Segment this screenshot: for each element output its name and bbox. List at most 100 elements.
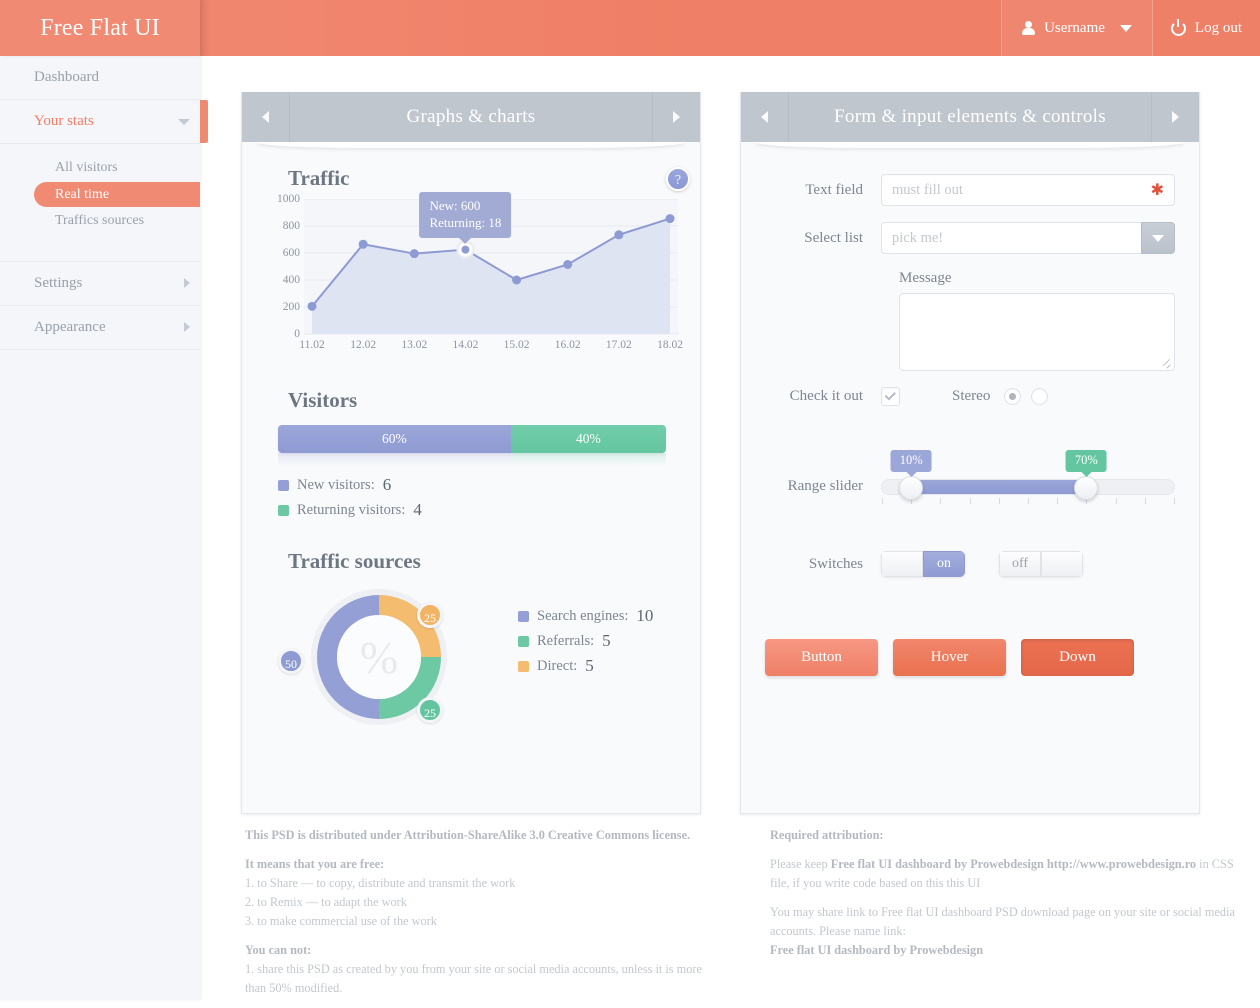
sidebar-item-your-stats[interactable]: Your stats	[0, 100, 200, 144]
chevron-right-icon	[184, 278, 190, 288]
slider-tick	[999, 498, 1000, 504]
legend-value: 5	[585, 656, 594, 676]
arrow-left-icon	[262, 111, 269, 123]
logout-label: Log out	[1195, 20, 1242, 37]
legend-item: Referrals: 5	[518, 631, 653, 651]
switch-off[interactable]: off	[999, 551, 1083, 577]
panel-curl	[242, 142, 700, 152]
user-menu-button[interactable]: Username	[1001, 0, 1153, 56]
panel-body: Text field must fill out ✱ Select list p…	[741, 152, 1199, 698]
sidebar-item-label: Appearance	[34, 319, 106, 336]
panel-title: Graphs & charts	[290, 92, 652, 142]
form-elements-panel: Form & input elements & controls Text fi…	[740, 92, 1200, 814]
x-tick-label: 16.02	[555, 339, 581, 351]
check-it-out-checkbox[interactable]	[881, 387, 900, 406]
traffic-sources-donut-chart: % 50 25 25 Search engines: 10 Referrals:…	[266, 584, 676, 754]
sidebar-subitem-label: Traffics sources	[55, 213, 144, 229]
legend-swatch	[518, 611, 529, 622]
top-bar: Free Flat UI Username Log out	[0, 0, 1260, 56]
sidebar-subitem-label: Real time	[55, 187, 109, 203]
checkbox-label: Check it out	[765, 388, 881, 405]
slider-tick	[1057, 498, 1058, 504]
legend-item: Search engines: 10	[518, 606, 653, 626]
sidebar-item-settings[interactable]: Settings	[0, 262, 200, 306]
select-list[interactable]: pick me!	[881, 222, 1175, 254]
footer-cannot-text: 1. share this PSD as created by you from…	[245, 960, 720, 998]
donut-badge-referrals: 25	[417, 697, 443, 723]
sidebar-item-dashboard[interactable]: Dashboard	[0, 56, 200, 100]
text-field-placeholder: must fill out	[892, 182, 963, 199]
stereo-radio-2[interactable]	[1031, 388, 1048, 405]
text-field-label: Text field	[765, 182, 881, 199]
legend-value: 5	[602, 631, 611, 651]
switch-on[interactable]: on	[881, 551, 965, 577]
app-brand: Free Flat UI	[0, 0, 200, 56]
button-hover[interactable]: Hover	[893, 639, 1006, 676]
range-slider-label: Range slider	[765, 478, 881, 495]
select-dropdown-button[interactable]	[1141, 222, 1175, 254]
button-down[interactable]: Down	[1021, 639, 1134, 676]
range-slider-track[interactable]: 10% 70%	[881, 479, 1175, 495]
sidebar: Dashboard Your stats All visitors Real t…	[0, 56, 200, 1000]
x-tick-label: 11.02	[299, 339, 324, 351]
y-tick-label: 200	[283, 301, 300, 313]
panel-next-button[interactable]	[1151, 92, 1199, 142]
range-slider-handle-min[interactable]	[899, 476, 923, 500]
footer-free-item: 2. to Remix — to adapt the work	[245, 893, 720, 912]
username-label: Username	[1044, 20, 1105, 37]
x-tick-label: 14.02	[452, 339, 478, 351]
sidebar-item-real-time[interactable]: Real time	[34, 182, 200, 207]
donut-badge-direct: 25	[417, 602, 443, 628]
legend-label: Search engines:	[537, 608, 628, 625]
sidebar-item-traffics-sources[interactable]: Traffics sources	[0, 207, 200, 235]
text-field-input[interactable]: must fill out ✱	[881, 174, 1175, 206]
legend-label: Direct:	[537, 658, 577, 675]
y-tick-label: 1000	[277, 193, 300, 205]
sidebar-item-all-visitors[interactable]: All visitors	[0, 154, 200, 182]
panel-curl	[741, 142, 1199, 152]
logout-button[interactable]: Log out	[1153, 0, 1260, 56]
message-textarea[interactable]	[899, 293, 1175, 371]
legend-label: New visitors:	[297, 477, 375, 494]
chart-tooltip: New: 600Returning: 18	[419, 192, 511, 238]
y-tick-label: 600	[283, 247, 300, 259]
resize-handle-icon[interactable]	[1161, 358, 1171, 368]
sidebar-item-appearance[interactable]: Appearance	[0, 306, 200, 350]
arrow-right-icon	[673, 111, 680, 123]
chevron-down-icon	[1152, 235, 1164, 242]
range-slider-handle-max[interactable]	[1074, 476, 1098, 500]
slider-tick	[1174, 498, 1175, 504]
graphs-and-charts-panel: Graphs & charts ? Traffic 02004006008001…	[241, 92, 701, 814]
sidebar-divider	[0, 247, 200, 262]
x-tick-label: 12.02	[350, 339, 376, 351]
panel-next-button[interactable]	[652, 92, 700, 142]
radio-dot-icon	[1009, 393, 1016, 400]
footer-license-column: This PSD is distributed under Attributio…	[245, 826, 720, 1008]
button-normal[interactable]: Button	[765, 639, 878, 676]
switch-on-text: on	[923, 551, 965, 577]
checkbox-radio-row: Check it out Stereo	[765, 387, 1175, 406]
footer-share-bold: Free flat UI dashboard by Prowebdesign	[770, 943, 983, 957]
legend-value: 4	[413, 500, 422, 520]
help-button[interactable]: ?	[666, 167, 690, 191]
visitors-bar-returning: 40%	[511, 425, 666, 453]
traffic-sources-section-title: Traffic sources	[266, 525, 676, 580]
panel-header: Graphs & charts	[242, 92, 700, 142]
power-icon	[1171, 21, 1186, 36]
switches-label: Switches	[765, 556, 881, 573]
visitors-bar-reflection	[278, 453, 666, 467]
panel-prev-button[interactable]	[741, 92, 789, 142]
active-section-marker	[200, 100, 208, 143]
text-field-row: Text field must fill out ✱	[765, 174, 1175, 206]
legend-swatch	[278, 480, 289, 491]
legend-value: 6	[383, 475, 392, 495]
footer-free-heading: It means that you are free:	[245, 857, 384, 871]
panel-body: ? Traffic 02004006008001000 11.0212.0213…	[242, 152, 700, 776]
visitors-bar-new: 60%	[278, 425, 511, 453]
traffic-section-title: Traffic	[266, 152, 676, 197]
svg-text:%: %	[360, 632, 398, 683]
visitors-legend: New visitors: 6 Returning visitors: 4	[278, 475, 676, 520]
chevron-right-icon	[184, 322, 190, 332]
stereo-radio-1[interactable]	[1004, 388, 1021, 405]
panel-prev-button[interactable]	[242, 92, 290, 142]
